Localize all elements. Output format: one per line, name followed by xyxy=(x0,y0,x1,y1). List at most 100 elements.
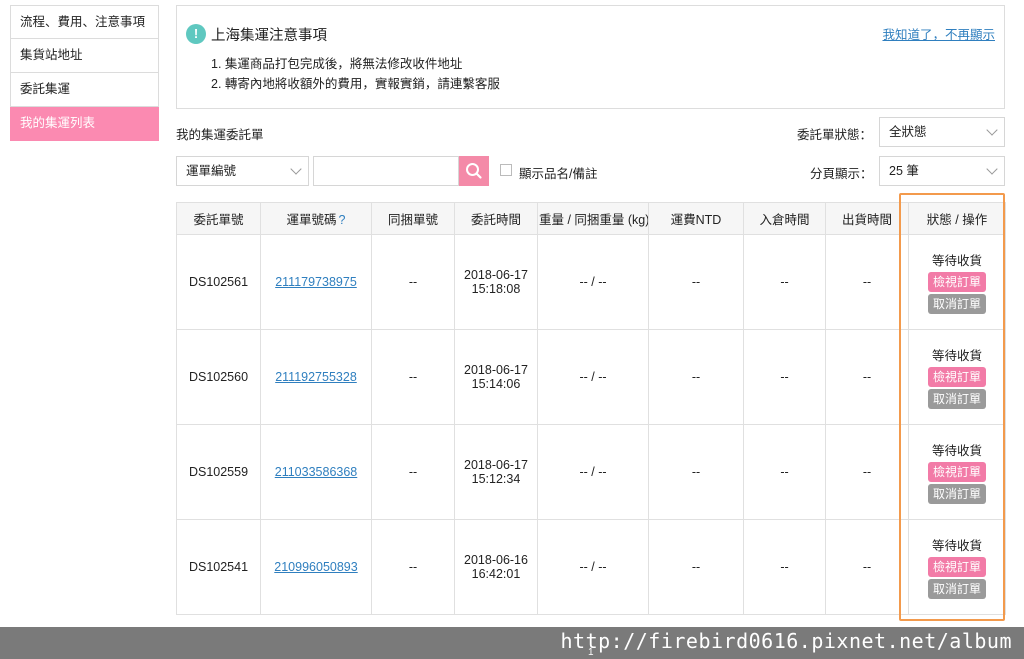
page-number: 1 xyxy=(588,647,594,658)
page-size-value: 25 筆 xyxy=(889,164,919,178)
sidebar-item-my-shipping-list[interactable]: 我的集運列表 xyxy=(10,107,159,141)
col-header-status: 狀態 / 操作 xyxy=(908,202,1006,235)
date-text: 2018-06-17 xyxy=(464,458,528,472)
bundle-cell: -- xyxy=(371,234,455,330)
bundle-cell: -- xyxy=(371,519,455,615)
time-text: 15:12:34 xyxy=(471,472,521,486)
notice-item: 1. 集運商品打包完成後，將無法修改收件地址 xyxy=(211,57,463,71)
date-cell: 2018-06-16 16:42:01 xyxy=(454,519,538,615)
cancel-order-button[interactable]: 取消訂單 xyxy=(927,293,986,314)
bundle-cell: -- xyxy=(371,329,455,425)
table-header-row: 委託單號 運單號碼? 同捆單號 委託時間 重量 / 同捆重量 (kg) 運費NT… xyxy=(176,202,1006,235)
col-header-tracking-label: 運單號碼 xyxy=(286,213,337,227)
fee-cell: -- xyxy=(648,329,744,425)
in-time-cell: -- xyxy=(743,424,826,520)
date-cell: 2018-06-17 15:18:08 xyxy=(454,234,538,330)
fee-cell: -- xyxy=(648,424,744,520)
out-time-cell: -- xyxy=(825,234,909,330)
notice-title: 上海集運注意事項 xyxy=(211,28,327,44)
time-text: 16:42:01 xyxy=(471,567,521,581)
weight-cell: -- / -- xyxy=(537,329,649,425)
in-time-cell: -- xyxy=(743,519,826,615)
sidebar-item-consign-shipping[interactable]: 委託集運 xyxy=(10,73,159,107)
notice-item: 2. 轉寄內地將收額外的費用，實報實銷，請連繫客服 xyxy=(211,77,500,91)
show-note-label[interactable]: 顯示品名/備註 xyxy=(519,163,597,182)
weight-cell: -- / -- xyxy=(537,234,649,330)
tracking-cell: 211179738975 xyxy=(260,234,372,330)
col-header-date: 委託時間 xyxy=(454,202,538,235)
tracking-link[interactable]: 211192755328 xyxy=(275,370,357,384)
col-header-bundle: 同捆單號 xyxy=(371,202,455,235)
sidebar-item-warehouse-address[interactable]: 集貨站地址 xyxy=(10,39,159,73)
status-cell: 等待收貨 檢視訂單 取消訂單 xyxy=(908,519,1006,615)
tracking-cell: 211192755328 xyxy=(260,329,372,425)
table-row: DS102541 210996050893 -- 2018-06-16 16:42… xyxy=(176,519,1006,615)
status-text: 等待收貨 xyxy=(931,348,982,363)
sidebar-item-process-fees-notes[interactable]: 流程、費用、注意事項 xyxy=(10,5,159,39)
date-cell: 2018-06-17 15:14:06 xyxy=(454,329,538,425)
watermark-url: http://firebird0616.pixnet.net/album xyxy=(560,629,1012,653)
col-header-weight: 重量 / 同捆重量 (kg) xyxy=(537,202,649,235)
out-time-cell: -- xyxy=(825,424,909,520)
notice-box: ! 上海集運注意事項 我知道了，不再顯示 1. 集運商品打包完成後，將無法修改收… xyxy=(176,5,1005,109)
cancel-order-button[interactable]: 取消訂單 xyxy=(927,578,986,599)
tracking-link[interactable]: 211179738975 xyxy=(275,275,357,289)
section-title: 我的集運委託單 xyxy=(176,128,264,142)
status-cell: 等待收貨 檢視訂單 取消訂單 xyxy=(908,329,1006,425)
search-input[interactable] xyxy=(313,156,459,186)
status-text: 等待收貨 xyxy=(931,538,982,553)
view-order-button[interactable]: 檢視訂單 xyxy=(927,366,986,387)
view-order-button[interactable]: 檢視訂單 xyxy=(927,461,986,482)
date-text: 2018-06-17 xyxy=(464,268,528,282)
col-header-order-no: 委託單號 xyxy=(176,202,261,235)
show-note-checkbox[interactable] xyxy=(500,164,512,176)
status-filter-label: 委託單狀態： xyxy=(797,128,873,142)
sidebar: 流程、費用、注意事項 集貨站地址 委託集運 我的集運列表 xyxy=(10,5,159,141)
col-header-fee: 運費NTD xyxy=(648,202,744,235)
chevron-down-icon xyxy=(986,124,998,136)
time-text: 15:14:06 xyxy=(471,377,521,391)
order-no-cell: DS102560 xyxy=(176,329,261,425)
search-icon xyxy=(466,163,482,179)
order-no-cell: DS102541 xyxy=(176,519,261,615)
chevron-down-icon xyxy=(986,163,998,175)
weight-cell: -- / -- xyxy=(537,519,649,615)
tracking-cell: 210996050893 xyxy=(260,519,372,615)
help-icon[interactable]: ? xyxy=(339,213,346,227)
notice-list: 1. 集運商品打包完成後，將無法修改收件地址 2. 轉寄內地將收額外的費用，實報… xyxy=(211,54,500,94)
status-cell: 等待收貨 檢視訂單 取消訂單 xyxy=(908,234,1006,330)
table-row: DS102561 211179738975 -- 2018-06-17 15:18… xyxy=(176,234,1006,330)
status-filter-value: 全狀態 xyxy=(889,125,927,139)
in-time-cell: -- xyxy=(743,329,826,425)
search-field-value: 運單編號 xyxy=(186,164,237,178)
view-order-button[interactable]: 檢視訂單 xyxy=(927,271,986,292)
info-icon: ! xyxy=(186,24,206,44)
table-row: DS102559 211033586368 -- 2018-06-17 15:12… xyxy=(176,424,1006,520)
dismiss-notice-link[interactable]: 我知道了，不再顯示 xyxy=(882,24,995,43)
search-field-select[interactable]: 運單編號 xyxy=(176,156,309,186)
search-button[interactable] xyxy=(459,156,489,186)
watermark-bar: http://firebird0616.pixnet.net/album xyxy=(0,627,1024,659)
table-row: DS102560 211192755328 -- 2018-06-17 15:14… xyxy=(176,329,1006,425)
date-text: 2018-06-16 xyxy=(464,553,528,567)
page-size-select[interactable]: 25 筆 xyxy=(879,156,1005,186)
cancel-order-button[interactable]: 取消訂單 xyxy=(927,483,986,504)
col-header-tracking: 運單號碼? xyxy=(260,202,372,235)
order-no-cell: DS102559 xyxy=(176,424,261,520)
out-time-cell: -- xyxy=(825,519,909,615)
status-filter-select[interactable]: 全狀態 xyxy=(879,117,1005,147)
page-size-label: 分頁顯示： xyxy=(810,167,873,181)
status-text: 等待收貨 xyxy=(931,443,982,458)
tracking-link[interactable]: 210996050893 xyxy=(274,560,357,574)
status-text: 等待收貨 xyxy=(931,253,982,268)
order-no-cell: DS102561 xyxy=(176,234,261,330)
tracking-link[interactable]: 211033586368 xyxy=(275,465,358,479)
view-order-button[interactable]: 檢視訂單 xyxy=(927,556,986,577)
cancel-order-button[interactable]: 取消訂單 xyxy=(927,388,986,409)
col-header-in-time: 入倉時間 xyxy=(743,202,826,235)
out-time-cell: -- xyxy=(825,329,909,425)
orders-table: 委託單號 運單號碼? 同捆單號 委託時間 重量 / 同捆重量 (kg) 運費NT… xyxy=(176,202,1006,615)
in-time-cell: -- xyxy=(743,234,826,330)
date-text: 2018-06-17 xyxy=(464,363,528,377)
fee-cell: -- xyxy=(648,234,744,330)
